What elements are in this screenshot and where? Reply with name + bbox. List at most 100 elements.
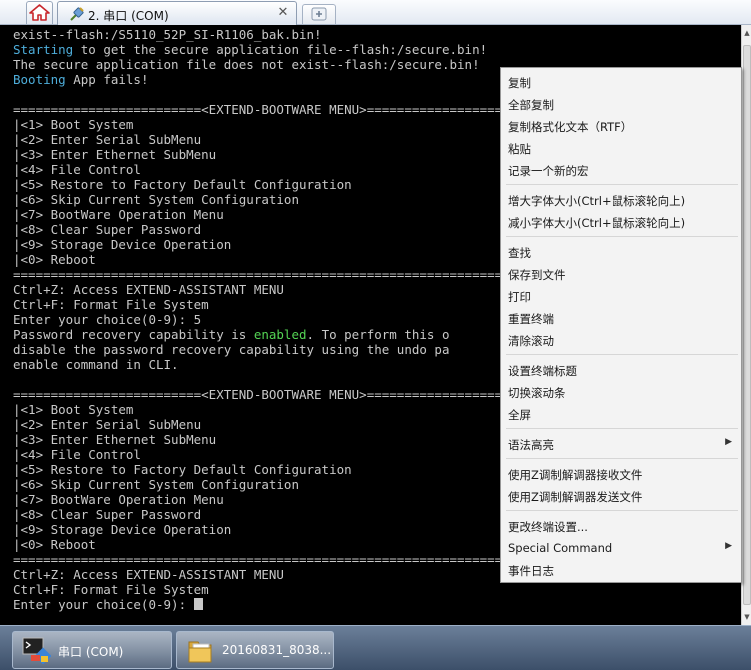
menu-separator [506, 236, 738, 237]
terminal-line: |<2> Enter Serial SubMenu [13, 132, 562, 147]
menu-item[interactable]: 使用Z调制解调器接收文件 [504, 463, 738, 485]
menu-item-label: 增大字体大小(Ctrl+鼠标滚轮向上) [508, 194, 686, 208]
menu-item-label: 全部复制 [508, 98, 554, 112]
tab-serial-com[interactable]: 2. 串口 (COM) ✕ [57, 1, 297, 25]
menu-item-label: 更改终端设置... [508, 520, 588, 534]
terminal-line: |<6> Skip Current System Configuration [13, 192, 562, 207]
menu-separator [506, 354, 738, 355]
terminal-line: |<0> Reboot [13, 252, 562, 267]
terminal-line: |<4> File Control [13, 162, 562, 177]
menu-item[interactable]: 设置终端标题 [504, 359, 738, 381]
terminal-line: Starting to get the secure application f… [13, 42, 562, 57]
terminal-text: =========================<EXTEND-BOOTWAR… [13, 102, 563, 117]
terminal-line: |<1> Boot System [13, 117, 562, 132]
taskbar-item-terminal[interactable]: 串口 (COM) [12, 631, 172, 669]
close-tab-icon[interactable]: ✕ [275, 5, 291, 21]
terminal-text: ========================================… [13, 267, 563, 282]
menu-item[interactable]: 更改终端设置... [504, 515, 738, 537]
menu-item-label: Special Command [508, 541, 613, 555]
terminal-line: Booting App fails! [13, 72, 562, 87]
terminal-line: disable the password recovery capability… [13, 342, 562, 357]
menu-item-label: 重置终端 [508, 312, 554, 326]
menu-item-label: 切换滚动条 [508, 386, 566, 400]
terminal-line: Ctrl+Z: Access EXTEND-ASSISTANT MENU [13, 282, 562, 297]
terminal-cursor [193, 598, 203, 610]
menu-item[interactable]: 使用Z调制解调器发送文件 [504, 485, 738, 507]
terminal-line: Ctrl+Z: Access EXTEND-ASSISTANT MENU [13, 567, 562, 582]
menu-item[interactable]: Special Command ▶ [504, 537, 738, 559]
terminal-text: Ctrl+Z: Access EXTEND-ASSISTANT MENU [13, 567, 284, 582]
terminal-line: |<3> Enter Ethernet SubMenu [13, 147, 562, 162]
terminal-text: The secure application file does not exi… [13, 57, 480, 72]
terminal-line: Enter your choice(0-9): 5 [13, 312, 562, 327]
terminal-text: ========================================… [13, 552, 563, 567]
menu-item-label: 打印 [508, 290, 531, 304]
menu-item-label: 查找 [508, 246, 531, 260]
menu-item[interactable]: 语法高亮 ▶ [504, 433, 738, 455]
terminal-keyword: Booting [13, 72, 66, 87]
menu-item[interactable]: 打印 [504, 285, 738, 307]
menu-item[interactable]: 事件日志 [504, 559, 738, 581]
terminal-line: ========================================… [13, 552, 562, 567]
menu-item[interactable]: 增大字体大小(Ctrl+鼠标滚轮向上) [504, 189, 738, 211]
home-button[interactable] [26, 1, 53, 24]
scroll-up-arrow-icon[interactable]: ▲ [743, 27, 751, 39]
terminal-text: |<2> Enter Serial SubMenu [13, 132, 202, 147]
menu-item-label: 减小字体大小(Ctrl+鼠标滚轮向上) [508, 216, 686, 230]
terminal-line: |<9> Storage Device Operation [13, 237, 562, 252]
menu-item-label: 粘贴 [508, 142, 531, 156]
terminal-text: |<5> Restore to Factory Default Configur… [13, 462, 352, 477]
terminal-text: Enter your choice(0-9): 5 [13, 312, 202, 327]
menu-item[interactable]: 记录一个新的宏 [504, 159, 738, 181]
menu-separator [506, 458, 738, 459]
menu-item[interactable]: 保存到文件 [504, 263, 738, 285]
menu-item[interactable]: 全屏 [504, 403, 738, 425]
terminal-text: Enter your choice(0-9): [13, 597, 194, 612]
terminal-text: . To perform this o [306, 327, 450, 342]
menu-item-label: 保存到文件 [508, 268, 566, 282]
terminal-app-icon [22, 637, 51, 664]
taskbar-item-folder[interactable]: 20160831_8038... [176, 631, 334, 669]
context-menu: 复制全部复制复制格式化文本（RTF） 粘贴记录一个新的宏增大字体大小(Ctrl+鼠… [500, 67, 742, 583]
terminal-text: |<0> Reboot [13, 252, 96, 267]
menu-item-label: 记录一个新的宏 [508, 164, 589, 178]
menu-item[interactable]: 查找 [504, 241, 738, 263]
menu-item[interactable]: 粘贴 [504, 137, 738, 159]
terminal-line: |<3> Enter Ethernet SubMenu [13, 432, 562, 447]
menu-item-label: 复制 [508, 76, 531, 90]
menu-item[interactable]: 复制 [504, 71, 738, 93]
terminal-text: |<4> File Control [13, 447, 141, 462]
scroll-down-arrow-icon[interactable]: ▼ [743, 611, 751, 623]
terminal-text: Ctrl+F: Format File System [13, 297, 209, 312]
menu-item[interactable]: 清除滚动 [504, 329, 738, 351]
terminal-lines: exist--flash:/S5110_52P_SI-R1106_bak.bin… [13, 27, 562, 612]
terminal-line: =========================<EXTEND-BOOTWAR… [13, 387, 562, 402]
terminal-keyword: Starting [13, 42, 74, 57]
terminal-line: Ctrl+F: Format File System [13, 297, 562, 312]
terminal-text: exist--flash:/S5110_52P_SI-R1106_bak.bin… [13, 27, 322, 42]
terminal-text: |<6> Skip Current System Configuration [13, 477, 299, 492]
tab-bar: 2. 串口 (COM) ✕ [0, 0, 751, 25]
terminal-line: |<7> BootWare Operation Menu [13, 492, 562, 507]
menu-item-label: 设置终端标题 [508, 364, 577, 378]
terminal-text: Password recovery capability is [13, 327, 254, 342]
new-tab-button[interactable] [302, 4, 336, 24]
scrollbar-thumb[interactable] [743, 45, 751, 605]
menu-item-label: 清除滚动 [508, 334, 554, 348]
vertical-scrollbar[interactable]: ▲ ▼ [741, 25, 751, 625]
menu-item[interactable]: 切换滚动条 [504, 381, 738, 403]
new-tab-icon [311, 7, 327, 21]
terminal-text: |<6> Skip Current System Configuration [13, 192, 299, 207]
terminal-line: ========================================… [13, 267, 562, 282]
menu-item[interactable]: 复制格式化文本（RTF） [504, 115, 738, 137]
menu-item[interactable]: 重置终端 [504, 307, 738, 329]
home-icon [29, 4, 50, 21]
menu-item[interactable]: 全部复制 [504, 93, 738, 115]
terminal-line: |<7> BootWare Operation Menu [13, 207, 562, 222]
menu-item[interactable]: 减小字体大小(Ctrl+鼠标滚轮向上) [504, 211, 738, 233]
taskbar-item-label: 串口 (COM) [58, 645, 124, 659]
terminal-line: |<8> Clear Super Password [13, 222, 562, 237]
menu-separator [506, 510, 738, 511]
terminal-text: |<9> Storage Device Operation [13, 522, 232, 537]
